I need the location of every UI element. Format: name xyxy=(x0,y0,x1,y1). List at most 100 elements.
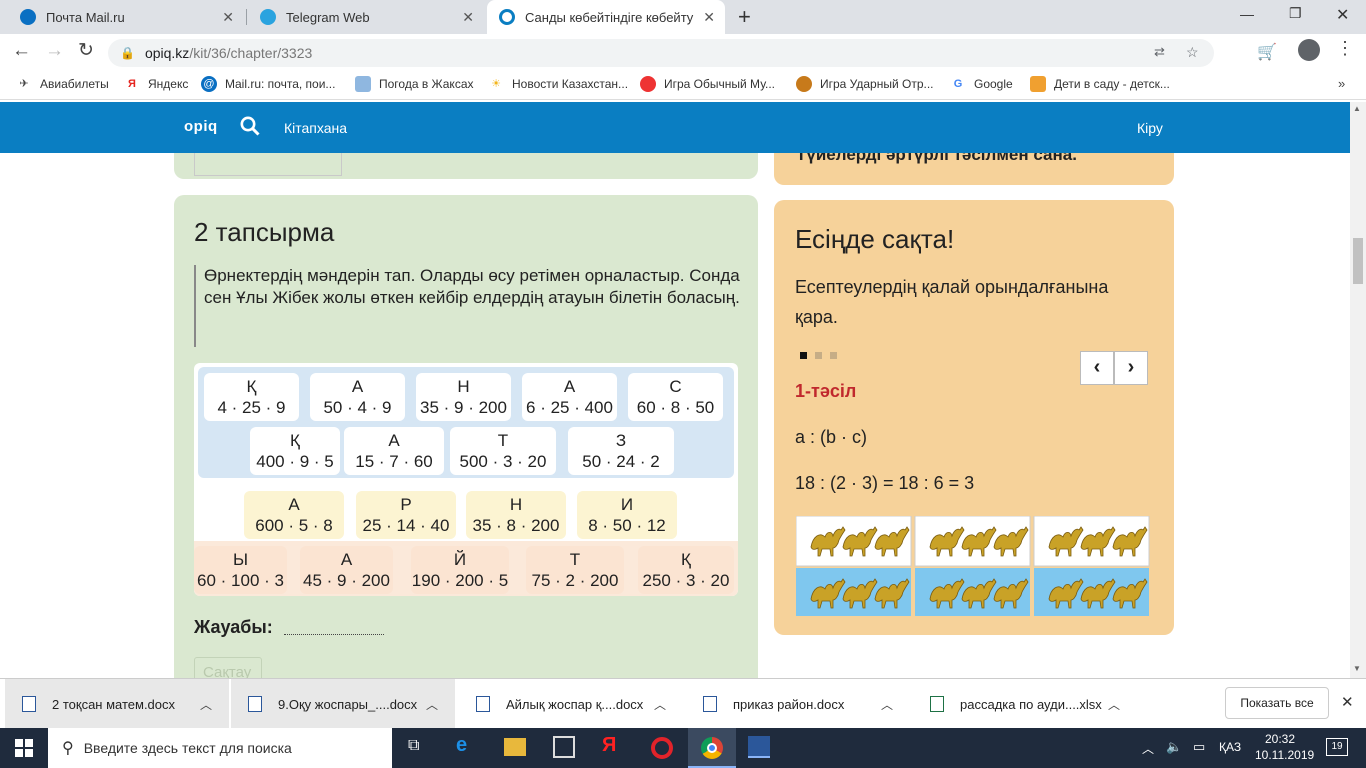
word-icon[interactable] xyxy=(748,736,770,758)
new-tab-button[interactable]: + xyxy=(738,4,751,30)
clock-date[interactable]: 10.11.2019 xyxy=(1255,748,1314,762)
reload-icon[interactable]: ↻ xyxy=(78,39,94,62)
scrollbar-thumb[interactable] xyxy=(1353,238,1363,284)
tab-mail[interactable]: Почта Mail.ru ✕ xyxy=(8,0,244,34)
windows-start-icon[interactable] xyxy=(15,739,33,757)
bookmark-item[interactable]: ✈ Авиабилеты xyxy=(16,76,108,92)
chevron-up-icon[interactable]: ︿ xyxy=(654,696,666,713)
edge-icon[interactable]: e xyxy=(456,734,467,757)
bookmark-star-icon[interactable]: ☆ xyxy=(1186,44,1199,61)
word-doc-icon xyxy=(703,696,717,712)
card-expression: 500 · 3 · 20 xyxy=(459,452,547,471)
tray-chevron-icon[interactable]: ︿ xyxy=(1142,740,1154,757)
kids-icon xyxy=(1030,76,1046,92)
card-expression: 400 · 9 · 5 xyxy=(256,452,334,471)
yandex-browser-icon[interactable]: Я xyxy=(602,734,616,757)
more-bookmarks-icon[interactable]: » xyxy=(1338,76,1345,91)
expression-card: Н 35 · 8 · 200 xyxy=(466,491,566,539)
download-item[interactable]: 9.Оқу жоспары_....docx ︿ xyxy=(248,687,448,721)
chrome-taskbar-button[interactable] xyxy=(688,728,736,768)
expression-card: З 50 · 24 · 2 xyxy=(568,427,674,475)
show-all-downloads-button[interactable]: Показать все xyxy=(1225,687,1329,719)
card-letter: Т xyxy=(569,550,581,569)
clock-time[interactable]: 20:32 xyxy=(1265,732,1295,746)
bookmark-item[interactable]: Погода в Жаксах xyxy=(355,76,474,92)
download-item[interactable]: Айлық жоспар қ....docx ︿ xyxy=(476,687,676,721)
word-doc-icon xyxy=(22,696,36,712)
chevron-up-icon[interactable]: ︿ xyxy=(881,696,893,713)
address-bar[interactable]: 🔒 opiq.kz/kit/36/chapter/3323 ☆ ⇄ xyxy=(108,39,1214,67)
library-link[interactable]: Кітапхана xyxy=(284,120,347,136)
language-indicator[interactable]: ҚАЗ xyxy=(1219,740,1241,754)
chevron-up-icon[interactable]: ︿ xyxy=(1108,696,1120,713)
store-icon[interactable] xyxy=(553,736,575,758)
bookmark-item[interactable]: G Google xyxy=(950,76,1013,92)
translate-icon[interactable]: ⇄ xyxy=(1154,44,1165,60)
taskbar-search[interactable]: ⚲ Введите здесь текст для поиска xyxy=(48,728,392,768)
method-label: 1-тәсіл xyxy=(795,381,857,401)
weather-icon xyxy=(355,76,371,92)
bookmark-item[interactable]: Я Яндекс xyxy=(124,76,188,92)
opiq-logo[interactable]: opiq xyxy=(184,118,218,135)
task-view-icon[interactable]: ⧉ xyxy=(408,737,419,755)
task-instruction: Өрнектердің мәндерін тап. Оларды өсу рет… xyxy=(194,265,746,347)
chevron-up-icon[interactable]: ︿ xyxy=(200,696,212,713)
bookmark-item[interactable]: ☀ Новости Казахстан... xyxy=(488,76,628,92)
card-expression: 600 · 5 · 8 xyxy=(255,516,333,535)
slide-dot[interactable] xyxy=(815,352,822,359)
bookmark-item[interactable]: Игра Обычный Му... xyxy=(640,76,775,92)
download-item[interactable]: 2 тоқсан матем.docx ︿ xyxy=(22,687,222,721)
forward-arrow-icon[interactable]: → xyxy=(45,40,64,62)
tab-opiq[interactable]: Санды көбейтіндіге көбейту жә ✕ xyxy=(487,0,725,34)
close-window-button[interactable]: ✕ xyxy=(1336,5,1349,25)
close-tab-icon[interactable]: ✕ xyxy=(703,9,715,26)
card-letter: Ы xyxy=(232,550,249,569)
tab-title: Санды көбейтіндіге көбейту жә xyxy=(525,9,695,25)
login-link[interactable]: Кіру xyxy=(1137,120,1163,136)
word-doc-icon xyxy=(248,696,262,712)
remember-title: Есіңде сақта! xyxy=(795,224,955,254)
file-explorer-icon[interactable] xyxy=(504,738,526,756)
answer-label: Жауабы: xyxy=(194,617,273,637)
bookmark-item[interactable]: Дети в саду - детск... xyxy=(1030,76,1170,92)
network-icon[interactable]: ▭ xyxy=(1193,739,1205,755)
save-button[interactable]: Сақтау xyxy=(194,657,262,678)
close-tab-icon[interactable]: ✕ xyxy=(222,9,234,26)
download-item[interactable]: рассадка по ауди....xlsx ︿ xyxy=(930,687,1130,721)
minimize-button[interactable]: — xyxy=(1240,6,1254,22)
expressions-grid: Қ4 · 25 · 9 А 50 · 4 · 9 Н 35 · 9 · 200 А 6 · … xyxy=(194,363,738,596)
slide-dot[interactable] xyxy=(830,352,837,359)
maximize-button[interactable]: ❐ xyxy=(1289,5,1302,22)
card-letter: Қ xyxy=(681,550,691,569)
camels-illustration xyxy=(795,515,1152,616)
download-item[interactable]: приказ район.docx ︿ xyxy=(703,687,903,721)
tab-telegram[interactable]: Telegram Web ✕ xyxy=(248,0,484,34)
site-header: opiq Кітапхана Кіру xyxy=(0,102,1350,153)
answer-input[interactable] xyxy=(284,634,384,635)
next-slide-button[interactable]: › xyxy=(1114,351,1148,385)
page-scrollbar[interactable]: ▲ ▼ xyxy=(1350,102,1366,678)
notifications-icon[interactable]: 19 xyxy=(1326,738,1348,756)
volume-icon[interactable]: 🔈 xyxy=(1166,739,1182,755)
card-expression: 25 · 14 · 40 xyxy=(362,516,450,535)
opera-icon[interactable] xyxy=(651,737,673,759)
close-tab-icon[interactable]: ✕ xyxy=(462,9,474,26)
slide-dot-active[interactable] xyxy=(800,352,807,359)
back-arrow-icon[interactable]: ← xyxy=(12,40,31,62)
cart-icon[interactable]: 🛒 xyxy=(1257,42,1277,62)
tab-strip: Почта Mail.ru ✕ Telegram Web ✕ Санды көб… xyxy=(0,0,1366,34)
card-letter: А xyxy=(563,377,576,396)
bookmark-item[interactable]: Игра Ударный Отр... xyxy=(796,76,934,92)
search-icon[interactable] xyxy=(240,116,260,136)
chevron-up-icon[interactable]: ︿ xyxy=(426,696,438,713)
bookmark-item[interactable]: @ Mail.ru: почта, пои... xyxy=(201,76,335,92)
expression-card: Й 190 · 200 · 5 xyxy=(411,546,509,594)
search-placeholder: Введите здесь текст для поиска xyxy=(83,740,292,756)
prev-slide-button[interactable]: ‹ xyxy=(1080,351,1114,385)
close-downloads-icon[interactable]: ✕ xyxy=(1341,693,1354,711)
previous-save-button[interactable] xyxy=(194,153,342,176)
menu-dots-icon[interactable]: ⋮ xyxy=(1336,38,1354,59)
yandex-icon: Я xyxy=(128,78,136,90)
camels-panel: Түйелерді әртүрлі тәсілмен сана. xyxy=(774,153,1174,185)
profile-avatar-icon[interactable] xyxy=(1298,39,1320,61)
